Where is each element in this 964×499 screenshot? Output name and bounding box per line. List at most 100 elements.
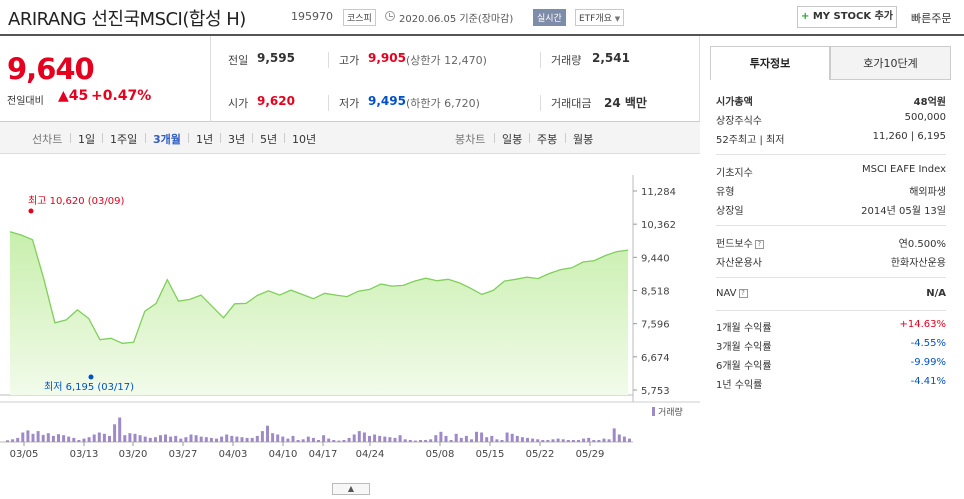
upper-limit: (상한가 12,470) [406, 54, 487, 67]
period-1week[interactable]: 1주일 [110, 131, 137, 147]
volume-bar [82, 438, 86, 442]
volume-bar [322, 435, 326, 442]
info-key: 1개월 수익률 [716, 323, 772, 334]
volume-bar [480, 432, 484, 442]
volume-bar [266, 425, 269, 442]
volume-bar [138, 435, 142, 442]
price-area [9, 231, 629, 395]
period-3year[interactable]: 3년 [228, 131, 245, 147]
period-5year[interactable]: 5년 [260, 131, 277, 147]
volume-bar [67, 436, 71, 442]
volume-bar [388, 437, 392, 442]
divider [716, 154, 946, 155]
divider [716, 310, 946, 311]
volume-bar [541, 440, 545, 442]
volume-bar [46, 433, 50, 442]
x-tick-label: 03/05 [10, 449, 39, 460]
divider [529, 133, 530, 143]
x-tick-label: 05/22 [526, 449, 555, 460]
volume-bar [628, 438, 631, 442]
help-icon[interactable]: ? [738, 289, 748, 298]
info-value: 48억원 [913, 97, 946, 108]
change-value: ▲45 [58, 88, 89, 104]
volume-bar [123, 435, 127, 442]
volume-bar [281, 436, 285, 442]
volume-bar [531, 438, 535, 442]
info-key-text: NAV [716, 288, 737, 299]
info-key: 시가총액 [716, 97, 753, 108]
volume-bar [204, 437, 208, 442]
tab-investment-info[interactable]: 투자정보 [710, 46, 830, 80]
volume-legend-label: 거래량 [658, 406, 683, 418]
quick-order-link[interactable]: 빠른주문 [911, 10, 951, 26]
info-key: 기초지수 [716, 168, 753, 179]
volume-bar [189, 434, 193, 442]
volume-bar [617, 434, 621, 442]
realtime-badge[interactable]: 실시간 [533, 9, 566, 26]
tab-orderbook[interactable]: 호가10단계 [830, 46, 951, 80]
volume-bar [368, 435, 371, 442]
volume-bar [36, 431, 40, 442]
chevron-up-icon[interactable]: ▲ [332, 483, 370, 495]
info-key: 6개월 수익률 [716, 361, 772, 372]
add-mystock-button[interactable]: + MY STOCK 추가 [797, 6, 897, 28]
prev-close-label: 전일 [228, 54, 249, 67]
info-row: 상장일 2014년 05월 13일 [716, 202, 946, 218]
divider [494, 133, 495, 143]
volume-bar [306, 436, 310, 442]
divider [220, 133, 221, 143]
volume-bar [143, 436, 147, 442]
volume-bar [276, 434, 280, 442]
min-marker [88, 374, 94, 380]
volume-bar [26, 430, 30, 442]
volume-bar [439, 431, 443, 442]
period-bar [0, 122, 700, 154]
y-tick-label: 5,753 [641, 386, 670, 397]
candle-daily[interactable]: 일봉 [502, 131, 522, 147]
info-row: 52주최고 | 최저 11,260 | 6,195 [716, 131, 946, 147]
price-chart[interactable]: 11,284 10,362 9,440 8,518 7,596 6,674 5,753 거래… [0, 155, 700, 499]
help-icon[interactable]: ? [754, 240, 764, 249]
info-value: 연0.500% [898, 239, 946, 250]
volume-bar [250, 437, 254, 442]
period-3month[interactable]: 3개월 [153, 131, 181, 147]
open-value: 9,620 [257, 94, 295, 108]
info-key-text: 펀드보수 [716, 239, 753, 250]
volume-bar [102, 433, 106, 442]
market-badge: 코스피 [343, 9, 376, 26]
volume-bar [118, 417, 122, 442]
volume-bar [571, 440, 575, 442]
info-value: -4.55% [910, 338, 946, 349]
quote-divider [210, 36, 211, 122]
candle-monthly[interactable]: 월봉 [573, 131, 593, 147]
line-chart-label: 선차트 [32, 133, 63, 146]
period-1day[interactable]: 1일 [78, 131, 95, 147]
volume-bar [413, 440, 417, 442]
volume-bar [72, 437, 76, 442]
min-label: 최저 6,195 (03/17) [44, 381, 134, 393]
period-1year[interactable]: 1년 [196, 131, 213, 147]
price-area-fill [10, 231, 628, 395]
divider [716, 277, 946, 278]
volume-bar [311, 437, 315, 442]
x-tick-label: 03/20 [119, 449, 148, 460]
plus-icon: + [800, 11, 810, 22]
volume-bar [515, 435, 519, 442]
volume-bar [220, 436, 224, 442]
candle-weekly[interactable]: 주봉 [537, 131, 557, 147]
period-10year[interactable]: 10년 [292, 131, 316, 147]
volume-bar [490, 435, 494, 442]
info-key: 상장주식수 [716, 116, 762, 127]
volume-bar [434, 435, 438, 442]
volume-bar [21, 432, 25, 442]
volume-bar [592, 440, 596, 442]
info-row: 1년 수익률 -4.41% [716, 376, 946, 392]
volume-bar [378, 435, 382, 442]
volume-bar [255, 435, 259, 442]
divider [565, 133, 566, 143]
volume-bar [271, 433, 275, 442]
volume-bar [587, 437, 591, 442]
divider [188, 133, 189, 143]
volume-bar [602, 438, 606, 442]
etf-overview-dropdown[interactable]: ETF개요 ▼ [575, 9, 625, 26]
